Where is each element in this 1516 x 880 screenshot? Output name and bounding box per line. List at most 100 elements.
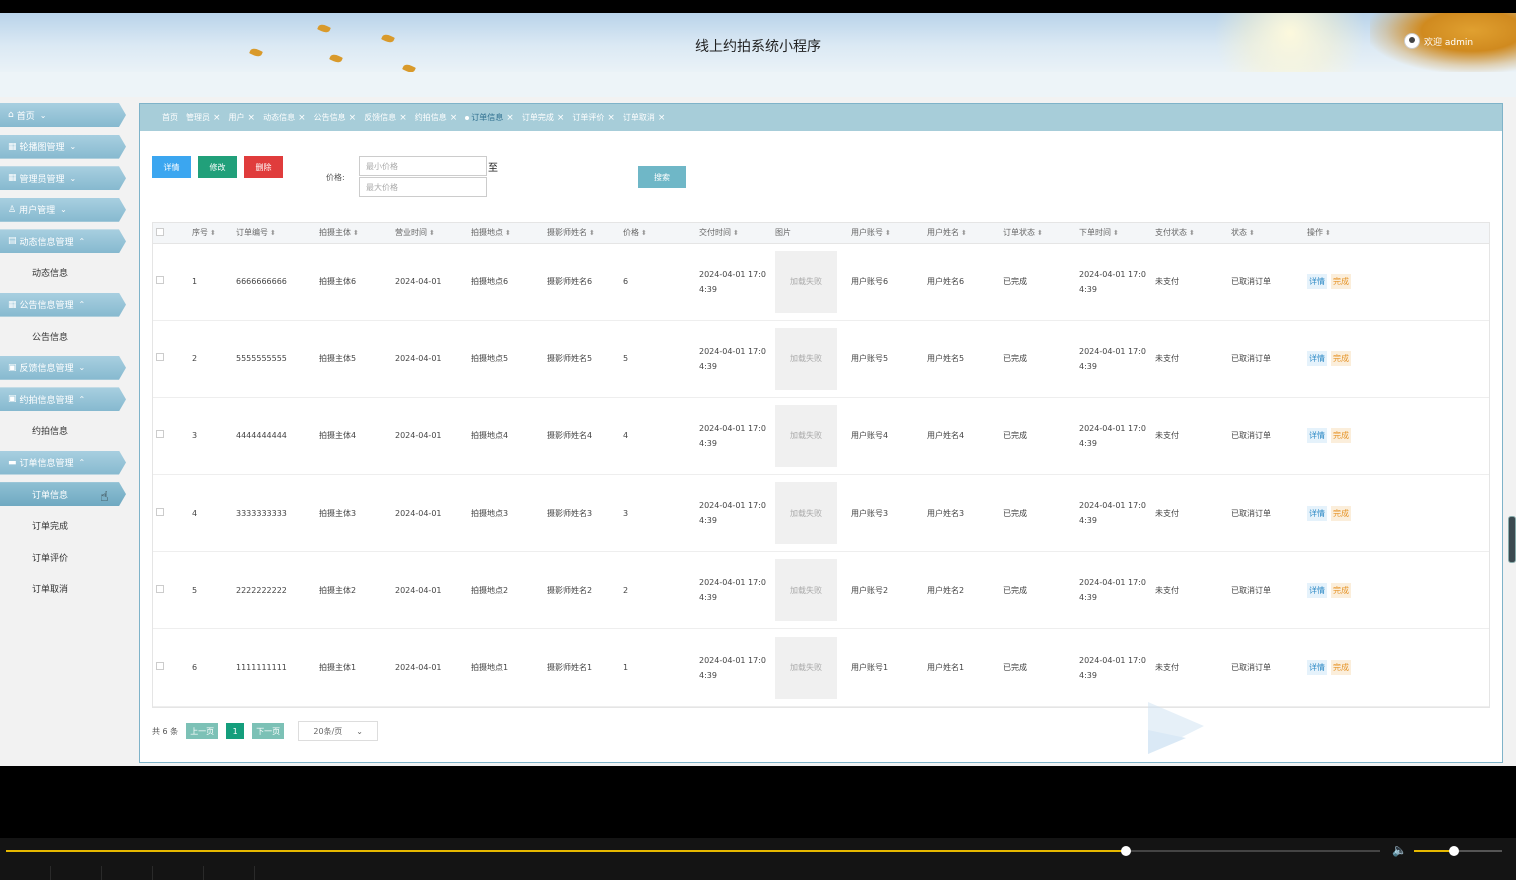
- table-row[interactable]: 4 3333333333 拍摄主体3 2024-04-01 拍摄地点3 摄影师姓名3 3 20…: [153, 475, 1489, 552]
- select-all-cell[interactable]: [153, 223, 189, 244]
- tab-item[interactable]: 约拍信息 ×: [415, 112, 458, 123]
- prev-page-button[interactable]: 上一页: [186, 723, 219, 739]
- edit-button[interactable]: 修改: [198, 156, 237, 178]
- column-header[interactable]: 营业时间 ⬍: [392, 223, 468, 244]
- column-header[interactable]: 交付时间 ⬍: [696, 223, 772, 244]
- tab-item[interactable]: 订单完成 ×: [522, 112, 565, 123]
- sort-icon[interactable]: ⬍: [885, 229, 891, 237]
- sort-icon[interactable]: ⬍: [270, 229, 276, 237]
- row-complete-button[interactable]: 完成: [1331, 274, 1351, 290]
- close-icon[interactable]: ×: [399, 113, 407, 123]
- column-header[interactable]: 拍摄地点 ⬍: [468, 223, 544, 244]
- sidebar-subitem[interactable]: 订单完成: [0, 514, 130, 538]
- row-complete-button[interactable]: 完成: [1331, 428, 1351, 444]
- sort-icon[interactable]: ⬍: [210, 229, 216, 237]
- row-checkbox[interactable]: [156, 584, 164, 593]
- row-detail-button[interactable]: 详情: [1307, 660, 1327, 676]
- delete-button[interactable]: 删除: [244, 156, 283, 178]
- select-all-checkbox[interactable]: [156, 227, 164, 236]
- search-button[interactable]: 搜索: [638, 166, 686, 188]
- table-row[interactable]: 6 1111111111 拍摄主体1 2024-04-01 拍摄地点1 摄影师姓名1 1 20…: [153, 629, 1489, 707]
- page-size-select[interactable]: 20条/页 ⌄: [298, 721, 379, 741]
- sort-icon[interactable]: ⬍: [641, 229, 647, 237]
- sort-icon[interactable]: ⬍: [1249, 229, 1255, 237]
- sidebar-menu-news[interactable]: ▤ 动态信息管理 ⌃: [0, 229, 126, 254]
- row-select-cell[interactable]: [153, 629, 189, 706]
- column-header[interactable]: 价格 ⬍: [620, 223, 696, 244]
- close-icon[interactable]: ×: [658, 113, 666, 123]
- close-icon[interactable]: ×: [248, 113, 256, 123]
- tab-item[interactable]: 用户 ×: [229, 112, 256, 123]
- column-header[interactable]: 用户姓名 ⬍: [924, 223, 1000, 244]
- sort-icon[interactable]: ⬍: [1037, 229, 1043, 237]
- row-checkbox[interactable]: [156, 507, 164, 516]
- sort-icon[interactable]: ⬍: [429, 229, 435, 237]
- close-icon[interactable]: ×: [450, 113, 458, 123]
- user-area[interactable]: 欢迎 admin: [1404, 33, 1473, 49]
- sidebar-subitem[interactable]: 公告信息: [0, 324, 130, 348]
- row-complete-button[interactable]: 完成: [1331, 660, 1351, 676]
- column-header[interactable]: 图片: [772, 223, 848, 244]
- sort-icon[interactable]: ⬍: [1189, 229, 1195, 237]
- row-detail-button[interactable]: 详情: [1307, 582, 1327, 598]
- row-complete-button[interactable]: 完成: [1331, 582, 1351, 598]
- tab-item[interactable]: 动态信息 ×: [263, 112, 306, 123]
- column-header[interactable]: 订单状态 ⬍: [1000, 223, 1076, 244]
- row-complete-button[interactable]: 完成: [1331, 351, 1351, 367]
- sort-icon[interactable]: ⬍: [733, 229, 739, 237]
- column-header[interactable]: 操作 ⬍: [1304, 223, 1489, 244]
- sidebar-subitem[interactable]: 约拍信息: [0, 419, 130, 443]
- table-row[interactable]: 2 5555555555 拍摄主体5 2024-04-01 拍摄地点5 摄影师姓名5 5 20…: [153, 320, 1489, 398]
- column-header[interactable]: 用户账号 ⬍: [848, 223, 924, 244]
- sidebar-menu-admin[interactable]: ▦ 管理员管理 ⌄: [0, 166, 126, 191]
- row-select-cell[interactable]: [153, 397, 189, 474]
- page-number-current[interactable]: 1: [226, 723, 245, 739]
- row-detail-button[interactable]: 详情: [1307, 505, 1327, 521]
- column-header[interactable]: 状态 ⬍: [1228, 223, 1304, 244]
- avatar[interactable]: [1404, 33, 1420, 49]
- sort-icon[interactable]: ⬍: [589, 229, 595, 237]
- column-header[interactable]: 支付状态 ⬍: [1152, 223, 1228, 244]
- row-select-cell[interactable]: [153, 243, 189, 320]
- row-checkbox[interactable]: [156, 662, 164, 671]
- row-detail-button[interactable]: 详情: [1307, 274, 1327, 290]
- volume-icon[interactable]: 🔈: [1392, 843, 1407, 857]
- column-header[interactable]: 下单时间 ⬍: [1076, 223, 1152, 244]
- table-row[interactable]: 3 4444444444 拍摄主体4 2024-04-01 拍摄地点4 摄影师姓名4 4 20…: [153, 397, 1489, 475]
- tab-item[interactable]: 公告信息 ×: [314, 112, 357, 123]
- sidebar-subitem[interactable]: 动态信息: [0, 261, 130, 285]
- column-header[interactable]: 订单编号 ⬍: [233, 223, 316, 244]
- row-select-cell[interactable]: [153, 475, 189, 552]
- column-header[interactable]: 拍摄主体 ⬍: [316, 223, 392, 244]
- row-select-cell[interactable]: [153, 320, 189, 397]
- sort-icon[interactable]: ⬍: [1113, 229, 1119, 237]
- tab-item[interactable]: 订单评价 ×: [572, 112, 615, 123]
- column-header[interactable]: 序号 ⬍: [189, 223, 233, 244]
- sort-icon[interactable]: ⬍: [505, 229, 511, 237]
- row-complete-button[interactable]: 完成: [1331, 505, 1351, 521]
- sidebar-menu-home[interactable]: ⌂ 首页 ⌄: [0, 103, 126, 127]
- tab-item[interactable]: 反馈信息 ×: [364, 112, 407, 123]
- sort-icon[interactable]: ⬍: [353, 229, 359, 237]
- close-icon[interactable]: ×: [506, 113, 514, 123]
- sidebar-menu-carousel[interactable]: ▦ 轮播图管理 ⌄: [0, 134, 126, 159]
- detail-button[interactable]: 详情: [152, 156, 191, 178]
- price-min-input[interactable]: 最小价格: [359, 156, 487, 176]
- progress-knob[interactable]: [1120, 846, 1131, 856]
- row-checkbox[interactable]: [156, 430, 164, 439]
- sidebar-menu-notice[interactable]: ▦ 公告信息管理 ⌃: [0, 292, 126, 317]
- tab-item[interactable]: 管理员 ×: [186, 112, 221, 123]
- close-icon[interactable]: ×: [213, 113, 221, 123]
- row-checkbox[interactable]: [156, 353, 164, 362]
- tab-item[interactable]: 订单取消 ×: [623, 112, 666, 123]
- close-icon[interactable]: ×: [349, 113, 357, 123]
- progress-track[interactable]: [6, 846, 1380, 856]
- sidebar-menu-feedback[interactable]: ▣ 反馈信息管理 ⌄: [0, 355, 126, 380]
- close-icon[interactable]: ×: [607, 113, 615, 123]
- row-detail-button[interactable]: 详情: [1307, 428, 1327, 444]
- sidebar-subitem[interactable]: 订单取消: [0, 577, 130, 601]
- side-scroll-handle[interactable]: [1508, 516, 1516, 563]
- sort-icon[interactable]: ⬍: [1325, 229, 1331, 237]
- close-icon[interactable]: ×: [298, 113, 306, 123]
- row-detail-button[interactable]: 详情: [1307, 351, 1327, 367]
